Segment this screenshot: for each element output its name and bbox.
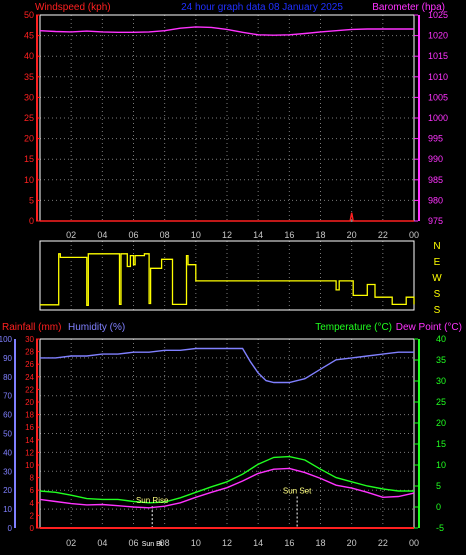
thermo-x-tick-label: 06	[128, 538, 138, 548]
rainfall-tick-label: 24	[25, 373, 34, 382]
compass-label-s: S	[434, 305, 441, 316]
barometer-tick-label: 1005	[428, 92, 448, 102]
barometer-tick-label: 975	[428, 216, 443, 226]
temperature-tick-label: 20	[436, 418, 446, 428]
humidity-tick-label: 10	[3, 505, 12, 514]
windspeed-tick-label: 15	[24, 154, 34, 164]
temperature-tick-label: 35	[436, 355, 446, 365]
rainfall-tick-label: 2	[30, 511, 35, 520]
windspeed-tick-label: 20	[24, 134, 34, 144]
rainfall-axis-label: Rainfall (mm)	[2, 322, 61, 333]
dewpoint-axis-label: Dew Point (°C)	[396, 322, 462, 333]
humidity-tick-label: 80	[3, 373, 12, 382]
compass-label-e: E	[434, 257, 441, 268]
humidity-tick-label: 20	[3, 486, 12, 495]
windspeed-tick-label: 30	[24, 92, 34, 102]
barometer-tick-label: 1015	[428, 51, 448, 61]
humidity-tick-label: 60	[3, 411, 12, 420]
rainfall-tick-label: 12	[25, 448, 34, 457]
humidity-tick-label: 90	[3, 354, 12, 363]
wind-baro-x-tick-label: 20	[347, 230, 357, 240]
wind-baro-x-tick-label: 06	[128, 230, 138, 240]
sunset-label: Sun Set	[283, 487, 312, 496]
humidity-tick-label: 40	[3, 448, 12, 457]
wind-baro-x-tick-label: 14	[253, 230, 263, 240]
humidity-tick-label: 100	[0, 335, 13, 344]
rainfall-tick-label: 26	[25, 360, 34, 369]
barometer-tick-label: 1000	[428, 113, 448, 123]
rainfall-tick-label: 14	[25, 436, 34, 445]
thermo-x-tick-label: 12	[222, 538, 232, 548]
barometer-tick-label: 1025	[428, 10, 448, 20]
windspeed-axis-label: Windspeed (kph)	[35, 2, 111, 13]
windspeed-tick-label: 10	[24, 175, 34, 185]
rainfall-tick-label: 28	[25, 348, 34, 357]
wind-baro-x-tick-label: 02	[66, 230, 76, 240]
barometer-tick-label: 1020	[428, 31, 448, 41]
windspeed-tick-label: 45	[24, 31, 34, 41]
chart-title: 24 hour graph data 08 January 2025	[181, 2, 343, 13]
humidity-tick-label: 30	[3, 467, 12, 476]
barometer-tick-label: 980	[428, 195, 443, 205]
humidity-axis-label: Humidity (%)	[68, 322, 125, 333]
rainfall-tick-label: 10	[25, 461, 34, 470]
wind-baro-x-tick-label: 08	[160, 230, 170, 240]
wind-baro-x-tick-label: 12	[222, 230, 232, 240]
windspeed-tick-label: 40	[24, 51, 34, 61]
windspeed-tick-label: 35	[24, 72, 34, 82]
thermo-x-tick-label: 10	[191, 538, 201, 548]
temperature-tick-label: 0	[436, 502, 441, 512]
barometer-tick-label: 1010	[428, 72, 448, 82]
wind-baro-x-tick-label: 22	[378, 230, 388, 240]
temperature-tick-label: 10	[436, 460, 446, 470]
thermo-x-tick-label: 14	[253, 538, 263, 548]
thermo-x-tick-label: 04	[97, 538, 107, 548]
humidity-tick-label: 0	[8, 524, 13, 533]
wind-baro-x-tick-label: 18	[315, 230, 325, 240]
temperature-tick-label: 15	[436, 439, 446, 449]
rainfall-tick-label: 16	[25, 423, 34, 432]
rainfall-tick-label: 6	[30, 486, 35, 495]
barometer-tick-label: 990	[428, 154, 443, 164]
thermo-x-tick-label: 00	[409, 538, 419, 548]
weather-chart-canvas: Windspeed (kph) 24 hour graph data 08 Ja…	[0, 0, 466, 555]
barometer-tick-label: 995	[428, 134, 443, 144]
thermo-x-tick-label: 20	[347, 538, 357, 548]
compass-label-s: S	[434, 289, 441, 300]
rainfall-tick-label: 22	[25, 385, 34, 394]
thermo-x-tick-label: 16	[284, 538, 294, 548]
rainfall-tick-label: 8	[30, 474, 35, 483]
thermo-x-tick-label: 02	[66, 538, 76, 548]
temperature-tick-label: -5	[436, 523, 444, 533]
humidity-tick-label: 50	[3, 430, 12, 439]
rainfall-tick-label: 0	[30, 524, 35, 533]
rainfall-tick-label: 20	[25, 398, 34, 407]
thermo-x-tick-label: 18	[315, 538, 325, 548]
compass-label-w: W	[432, 273, 442, 284]
temperature-tick-label: 30	[436, 376, 446, 386]
barometer-tick-label: 985	[428, 175, 443, 185]
rainfall-tick-label: 30	[25, 335, 34, 344]
wind-baro-x-tick-label: 10	[191, 230, 201, 240]
windspeed-tick-label: 5	[29, 195, 34, 205]
windspeed-tick-label: 0	[29, 216, 34, 226]
temperature-tick-label: 25	[436, 397, 446, 407]
rainfall-tick-label: 4	[30, 499, 35, 508]
windspeed-tick-label: 25	[24, 113, 34, 123]
humidity-tick-label: 70	[3, 392, 12, 401]
wind-baro-x-tick-label: 04	[97, 230, 107, 240]
windspeed-tick-label: 50	[24, 10, 34, 20]
temperature-tick-label: 40	[436, 334, 446, 344]
sun-bottom-marker-label: Sun Bt	[142, 541, 163, 548]
rainfall-tick-label: 18	[25, 411, 34, 420]
temperature-axis-label: Temperature (°C)	[315, 322, 392, 333]
temperature-tick-label: 5	[436, 481, 441, 491]
wind-baro-x-tick-label: 16	[284, 230, 294, 240]
wind-baro-x-tick-label: 00	[409, 230, 419, 240]
compass-label-n: N	[433, 241, 440, 252]
sunrise-label: Sun Rise	[136, 496, 169, 505]
thermo-x-tick-label: 22	[378, 538, 388, 548]
